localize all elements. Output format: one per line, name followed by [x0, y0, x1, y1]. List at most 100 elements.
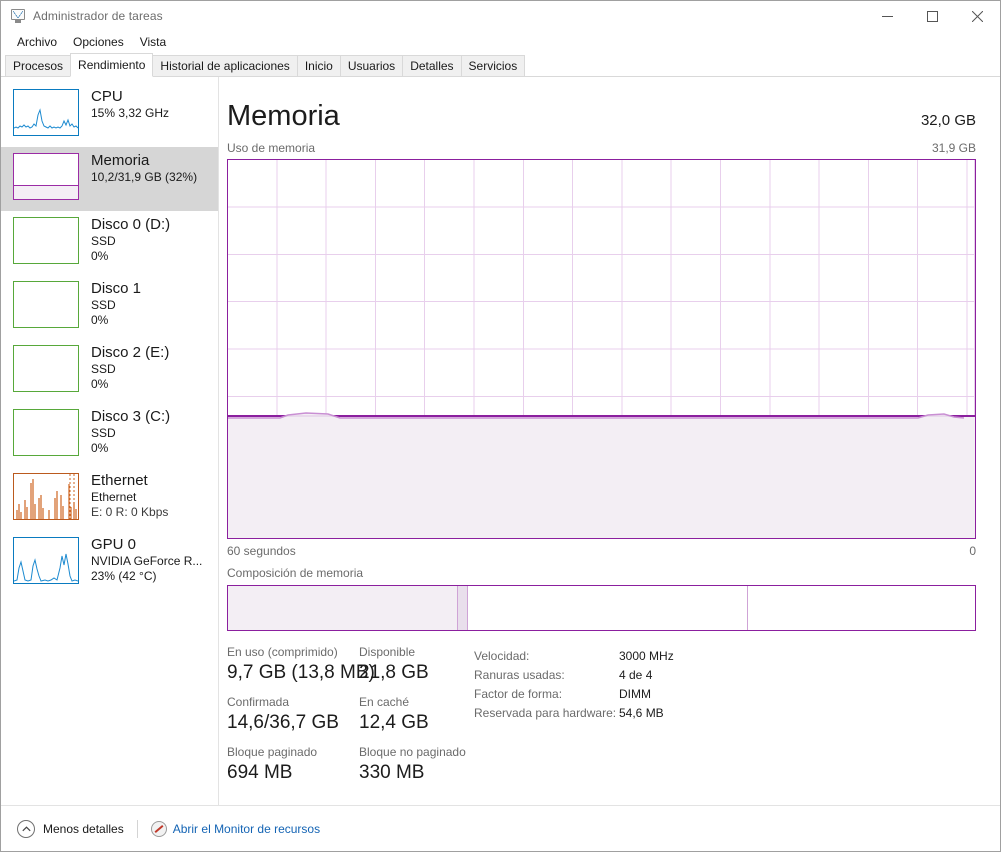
page-title: Memoria: [227, 100, 340, 132]
composition-segment-en-uso[interactable]: [228, 586, 457, 630]
sidebar-item-sub1: SSD: [91, 234, 116, 248]
resource-monitor-icon: [150, 820, 167, 837]
sidebar-item-cpu[interactable]: CPU 15% 3,32 GHz: [1, 83, 218, 147]
stat-value: 9,7 GB (13,8 MB): [227, 662, 375, 683]
spec-value: 4 de 4: [619, 668, 653, 682]
sidebar-item-disco-1[interactable]: Disco 1 SSD 0%: [1, 275, 218, 339]
stat-label: Disponible: [359, 645, 416, 659]
chart-usage-bumps: [228, 412, 964, 419]
stat-en-cache: En caché 12,4 GB: [359, 695, 474, 736]
menu-opciones[interactable]: Opciones: [65, 33, 132, 52]
tab-rendimiento[interactable]: Rendimiento: [70, 53, 154, 77]
composition-segment-modificada[interactable]: [457, 586, 467, 630]
ethernet-sparkline-icon: [13, 473, 79, 520]
disk-thumbnail-icon: [13, 409, 79, 456]
task-manager-icon: [10, 8, 26, 24]
stats-right-column: Velocidad: 3000 MHz Ranuras usadas: 4 de…: [474, 645, 976, 795]
tab-inicio[interactable]: Inicio: [296, 55, 341, 77]
sidebar-item-label: Disco 1: [91, 280, 142, 297]
close-icon[interactable]: [955, 1, 1000, 31]
memory-total: 32,0 GB: [920, 112, 976, 129]
tab-bar: Procesos Rendimiento Historial de aplica…: [1, 53, 1000, 77]
sidebar-item-memoria[interactable]: Memoria 10,2/31,9 GB (32%): [1, 147, 218, 211]
spec-key: Ranuras usadas:: [474, 668, 565, 682]
sidebar-item-sub2: E: 0 R: 0 Kbps: [91, 505, 169, 519]
memory-composition-bar[interactable]: [227, 585, 976, 631]
stat-row: En uso (comprimido) 9,7 GB (13,8 MB) Dis…: [227, 645, 474, 686]
cpu-sparkline-icon: [13, 89, 79, 136]
gpu-sparkline-icon: [13, 537, 79, 584]
graph-header: Uso de memoria 31,9 GB: [219, 133, 1000, 155]
content-body: CPU 15% 3,32 GHz Memoria 10,2/31,9 GB (3…: [1, 77, 1000, 805]
window-controls: [865, 1, 1000, 31]
minimize-icon[interactable]: [865, 1, 910, 31]
stat-confirmada: Confirmada 14,6/36,7 GB: [227, 695, 359, 736]
disk-thumbnail-icon: [13, 217, 79, 264]
stat-value: 330 MB: [359, 762, 425, 783]
sidebar-item-sub1: SSD: [91, 426, 116, 440]
graph-label: Uso de memoria: [227, 141, 316, 155]
panel-header: Memoria 32,0 GB: [219, 77, 1000, 133]
sidebar-item-sub2: 0%: [91, 377, 109, 391]
chevron-up-icon[interactable]: [17, 819, 35, 838]
tab-usuarios[interactable]: Usuarios: [339, 55, 404, 77]
spec-row-reservada: Reservada para hardware: 54,6 MB: [474, 704, 976, 723]
stat-label: En caché: [359, 695, 410, 709]
stat-disponible: Disponible 21,8 GB: [359, 645, 474, 686]
chart-axis-labels: 60 segundos 0: [219, 539, 1000, 558]
spec-key: Reservada para hardware:: [474, 706, 617, 720]
spec-value: 54,6 MB: [619, 706, 664, 720]
tab-servicios[interactable]: Servicios: [460, 55, 526, 77]
composition-wrap: [219, 580, 1000, 631]
sidebar-item-disco-0[interactable]: Disco 0 (D:) SSD 0%: [1, 211, 218, 275]
sidebar-item-label: Memoria: [91, 152, 150, 169]
less-details-button[interactable]: Menos detalles: [43, 822, 124, 836]
sidebar-item-label: Ethernet: [91, 472, 148, 489]
composition-segment-en-espera[interactable]: [467, 586, 747, 630]
spec-value: DIMM: [619, 687, 651, 701]
sidebar-item-ethernet[interactable]: Ethernet Ethernet E: 0 R: 0 Kbps: [1, 467, 218, 531]
title-bar: Administrador de tareas: [1, 1, 1000, 31]
memory-stats: En uso (comprimido) 9,7 GB (13,8 MB) Dis…: [219, 631, 1000, 795]
spec-key: Velocidad:: [474, 649, 530, 663]
maximize-icon[interactable]: [910, 1, 955, 31]
menu-archivo[interactable]: Archivo: [9, 33, 65, 52]
sidebar-item-label: CPU: [91, 88, 123, 105]
memory-usage-chart-wrap: [219, 155, 1000, 539]
tab-historial-aplicaciones[interactable]: Historial de aplicaciones: [152, 55, 298, 77]
menu-vista[interactable]: Vista: [132, 33, 174, 52]
menu-bar: Archivo Opciones Vista: [1, 31, 1000, 54]
axis-left-label: 60 segundos: [227, 544, 296, 558]
memory-thumbnail-icon: [13, 153, 79, 200]
tab-procesos[interactable]: Procesos: [5, 55, 72, 77]
sidebar-item-sub1: Ethernet: [91, 490, 137, 504]
composition-segment-libre[interactable]: [747, 586, 975, 630]
axis-right-label: 0: [969, 544, 976, 558]
sidebar-item-disco-2[interactable]: Disco 2 (E:) SSD 0%: [1, 339, 218, 403]
sidebar-item-sub1: SSD: [91, 362, 116, 376]
spec-value: 3000 MHz: [619, 649, 674, 663]
sidebar-item-label: Disco 3 (C:): [91, 408, 171, 425]
sidebar-item-gpu-0[interactable]: GPU 0 NVIDIA GeForce R... 23% (42 °C): [1, 531, 218, 595]
footer-divider: [136, 819, 138, 838]
stat-label: Bloque paginado: [227, 745, 318, 759]
stat-en-uso: En uso (comprimido) 9,7 GB (13,8 MB): [227, 645, 375, 686]
sidebar-item-sub2: 0%: [91, 313, 109, 327]
stat-bloque-no-paginado: Bloque no paginado 330 MB: [359, 745, 474, 786]
stat-row: Bloque paginado 694 MB Bloque no paginad…: [227, 745, 474, 786]
spec-row-factor-forma: Factor de forma: DIMM: [474, 685, 976, 704]
sidebar-item-sub2: 23% (42 °C): [91, 569, 157, 583]
sidebar-item-label: GPU 0: [91, 536, 137, 553]
task-manager-window: Administrador de tareas Archivo Opciones…: [0, 0, 1001, 852]
tab-detalles[interactable]: Detalles: [402, 55, 462, 77]
spec-row-ranuras: Ranuras usadas: 4 de 4: [474, 666, 976, 685]
memory-usage-chart[interactable]: [227, 159, 976, 539]
disk-thumbnail-icon: [13, 281, 79, 328]
open-resource-monitor-link[interactable]: Abrir el Monitor de recursos: [173, 822, 320, 836]
spec-key: Factor de forma:: [474, 687, 563, 701]
sidebar-item-disco-3[interactable]: Disco 3 (C:) SSD 0%: [1, 403, 218, 467]
footer-bar: Menos detalles Abrir el Monitor de recur…: [1, 805, 1000, 851]
sidebar-item-sub2: 0%: [91, 249, 109, 263]
sidebar-item-sub1: 10,2/31,9 GB (32%): [91, 170, 198, 184]
spec-row-velocidad: Velocidad: 3000 MHz: [474, 647, 976, 666]
